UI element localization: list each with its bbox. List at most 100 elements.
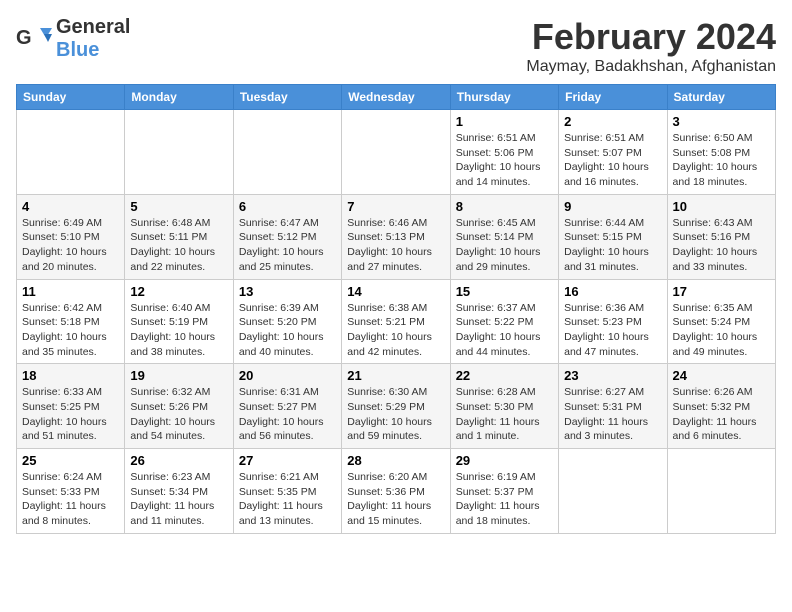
calendar-cell: 10Sunrise: 6:43 AM Sunset: 5:16 PM Dayli…: [667, 194, 775, 279]
day-number: 19: [130, 368, 227, 383]
logo-icon: G: [16, 24, 52, 54]
day-number: 16: [564, 284, 661, 299]
day-info: Sunrise: 6:49 AM Sunset: 5:10 PM Dayligh…: [22, 216, 119, 275]
calendar-cell: 26 Sunrise: 6:23 AM Sunset: 5:34 PM Dayli…: [125, 449, 233, 534]
day-number: 26: [130, 453, 227, 468]
calendar-cell: 6Sunrise: 6:47 AM Sunset: 5:12 PM Daylig…: [233, 194, 341, 279]
day-info: Sunrise: 6:33 AM Sunset: 5:25 PM Dayligh…: [22, 385, 119, 444]
calendar-cell: 2 Sunrise: 6:51 AM Sunset: 5:07 PM Daylig…: [559, 110, 667, 195]
day-info: Sunrise: 6:35 AM Sunset: 5:24 PM Dayligh…: [673, 301, 770, 360]
calendar-cell: 15 Sunrise: 6:37 AM Sunset: 5:22 PM Dayli…: [450, 279, 558, 364]
calendar-cell: 23Sunrise: 6:27 AM Sunset: 5:31 PM Dayli…: [559, 364, 667, 449]
day-info: Sunrise: 6:48 AM Sunset: 5:11 PM Dayligh…: [130, 216, 227, 275]
day-number: 14: [347, 284, 444, 299]
calendar-cell: 14 Sunrise: 6:38 AM Sunset: 5:21 PM Dayli…: [342, 279, 450, 364]
day-info: Sunrise: 6:42 AM Sunset: 5:18 PM Dayligh…: [22, 301, 119, 360]
calendar-week-row: 4 Sunrise: 6:49 AM Sunset: 5:10 PM Daylig…: [17, 194, 776, 279]
day-info: Sunrise: 6:27 AM Sunset: 5:31 PM Dayligh…: [564, 385, 661, 444]
day-info: Sunrise: 6:30 AM Sunset: 5:29 PM Dayligh…: [347, 385, 444, 444]
page-header: G General Blue February 2024 Maymay, Bad…: [16, 16, 776, 76]
calendar-cell: 27 Sunrise: 6:21 AM Sunset: 5:35 PM Dayli…: [233, 449, 341, 534]
calendar-cell: 18Sunrise: 6:33 AM Sunset: 5:25 PM Dayli…: [17, 364, 125, 449]
location-subtitle: Maymay, Badakhshan, Afghanistan: [526, 58, 776, 76]
day-number: 25: [22, 453, 119, 468]
day-info: Sunrise: 6:39 AM Sunset: 5:20 PM Dayligh…: [239, 301, 336, 360]
day-number: 28: [347, 453, 444, 468]
calendar-cell: 11Sunrise: 6:42 AM Sunset: 5:18 PM Dayli…: [17, 279, 125, 364]
day-number: 4: [22, 199, 119, 214]
calendar-cell: 12Sunrise: 6:40 AM Sunset: 5:19 PM Dayli…: [125, 279, 233, 364]
calendar-cell: 8 Sunrise: 6:45 AM Sunset: 5:14 PM Daylig…: [450, 194, 558, 279]
day-info: Sunrise: 6:31 AM Sunset: 5:27 PM Dayligh…: [239, 385, 336, 444]
day-number: 15: [456, 284, 553, 299]
day-info: Sunrise: 6:37 AM Sunset: 5:22 PM Dayligh…: [456, 301, 553, 360]
day-number: 5: [130, 199, 227, 214]
calendar-cell: 20 Sunrise: 6:31 AM Sunset: 5:27 PM Dayli…: [233, 364, 341, 449]
calendar-cell: [17, 110, 125, 195]
calendar-cell: [559, 449, 667, 534]
day-info: Sunrise: 6:36 AM Sunset: 5:23 PM Dayligh…: [564, 301, 661, 360]
day-info: Sunrise: 6:38 AM Sunset: 5:21 PM Dayligh…: [347, 301, 444, 360]
calendar-week-row: 25Sunrise: 6:24 AM Sunset: 5:33 PM Dayli…: [17, 449, 776, 534]
day-number: 7: [347, 199, 444, 214]
day-number: 20: [239, 368, 336, 383]
day-number: 13: [239, 284, 336, 299]
day-info: Sunrise: 6:40 AM Sunset: 5:19 PM Dayligh…: [130, 301, 227, 360]
day-info: Sunrise: 6:28 AM Sunset: 5:30 PM Dayligh…: [456, 385, 553, 444]
day-info: Sunrise: 6:20 AM Sunset: 5:36 PM Dayligh…: [347, 470, 444, 529]
column-header-sunday: Sunday: [17, 85, 125, 110]
day-info: Sunrise: 6:44 AM Sunset: 5:15 PM Dayligh…: [564, 216, 661, 275]
calendar-cell: [667, 449, 775, 534]
calendar-table: SundayMondayTuesdayWednesdayThursdayFrid…: [16, 84, 776, 534]
day-number: 17: [673, 284, 770, 299]
day-info: Sunrise: 6:21 AM Sunset: 5:35 PM Dayligh…: [239, 470, 336, 529]
day-number: 27: [239, 453, 336, 468]
logo: G General Blue: [16, 16, 130, 62]
day-info: Sunrise: 6:19 AM Sunset: 5:37 PM Dayligh…: [456, 470, 553, 529]
day-number: 24: [673, 368, 770, 383]
column-header-friday: Friday: [559, 85, 667, 110]
column-header-tuesday: Tuesday: [233, 85, 341, 110]
day-info: Sunrise: 6:23 AM Sunset: 5:34 PM Dayligh…: [130, 470, 227, 529]
calendar-week-row: 18Sunrise: 6:33 AM Sunset: 5:25 PM Dayli…: [17, 364, 776, 449]
day-info: Sunrise: 6:50 AM Sunset: 5:08 PM Dayligh…: [673, 131, 770, 190]
day-number: 22: [456, 368, 553, 383]
calendar-cell: 22 Sunrise: 6:28 AM Sunset: 5:30 PM Dayli…: [450, 364, 558, 449]
calendar-cell: 17 Sunrise: 6:35 AM Sunset: 5:24 PM Dayli…: [667, 279, 775, 364]
day-number: 29: [456, 453, 553, 468]
day-number: 2: [564, 114, 661, 129]
day-number: 21: [347, 368, 444, 383]
day-info: Sunrise: 6:32 AM Sunset: 5:26 PM Dayligh…: [130, 385, 227, 444]
calendar-cell: 3Sunrise: 6:50 AM Sunset: 5:08 PM Daylig…: [667, 110, 775, 195]
calendar-cell: 25Sunrise: 6:24 AM Sunset: 5:33 PM Dayli…: [17, 449, 125, 534]
column-header-thursday: Thursday: [450, 85, 558, 110]
title-block: February 2024 Maymay, Badakhshan, Afghan…: [526, 16, 776, 76]
calendar-header-row: SundayMondayTuesdayWednesdayThursdayFrid…: [17, 85, 776, 110]
calendar-cell: [125, 110, 233, 195]
calendar-cell: 29 Sunrise: 6:19 AM Sunset: 5:37 PM Dayli…: [450, 449, 558, 534]
svg-text:G: G: [16, 27, 32, 49]
calendar-cell: 24Sunrise: 6:26 AM Sunset: 5:32 PM Dayli…: [667, 364, 775, 449]
day-number: 6: [239, 199, 336, 214]
day-number: 8: [456, 199, 553, 214]
calendar-cell: 16 Sunrise: 6:36 AM Sunset: 5:23 PM Dayli…: [559, 279, 667, 364]
month-year-title: February 2024: [526, 16, 776, 58]
day-info: Sunrise: 6:51 AM Sunset: 5:06 PM Dayligh…: [456, 131, 553, 190]
day-info: Sunrise: 6:43 AM Sunset: 5:16 PM Dayligh…: [673, 216, 770, 275]
calendar-cell: 4 Sunrise: 6:49 AM Sunset: 5:10 PM Daylig…: [17, 194, 125, 279]
calendar-cell: 19 Sunrise: 6:32 AM Sunset: 5:26 PM Dayli…: [125, 364, 233, 449]
calendar-cell: 13 Sunrise: 6:39 AM Sunset: 5:20 PM Dayli…: [233, 279, 341, 364]
calendar-cell: [233, 110, 341, 195]
calendar-cell: 9 Sunrise: 6:44 AM Sunset: 5:15 PM Daylig…: [559, 194, 667, 279]
day-info: Sunrise: 6:46 AM Sunset: 5:13 PM Dayligh…: [347, 216, 444, 275]
column-header-monday: Monday: [125, 85, 233, 110]
day-number: 9: [564, 199, 661, 214]
day-info: Sunrise: 6:45 AM Sunset: 5:14 PM Dayligh…: [456, 216, 553, 275]
day-number: 1: [456, 114, 553, 129]
day-info: Sunrise: 6:51 AM Sunset: 5:07 PM Dayligh…: [564, 131, 661, 190]
calendar-cell: 28 Sunrise: 6:20 AM Sunset: 5:36 PM Dayli…: [342, 449, 450, 534]
column-header-saturday: Saturday: [667, 85, 775, 110]
calendar-cell: 21 Sunrise: 6:30 AM Sunset: 5:29 PM Dayli…: [342, 364, 450, 449]
calendar-week-row: 1 Sunrise: 6:51 AM Sunset: 5:06 PM Daylig…: [17, 110, 776, 195]
logo-blue: Blue: [56, 39, 99, 61]
